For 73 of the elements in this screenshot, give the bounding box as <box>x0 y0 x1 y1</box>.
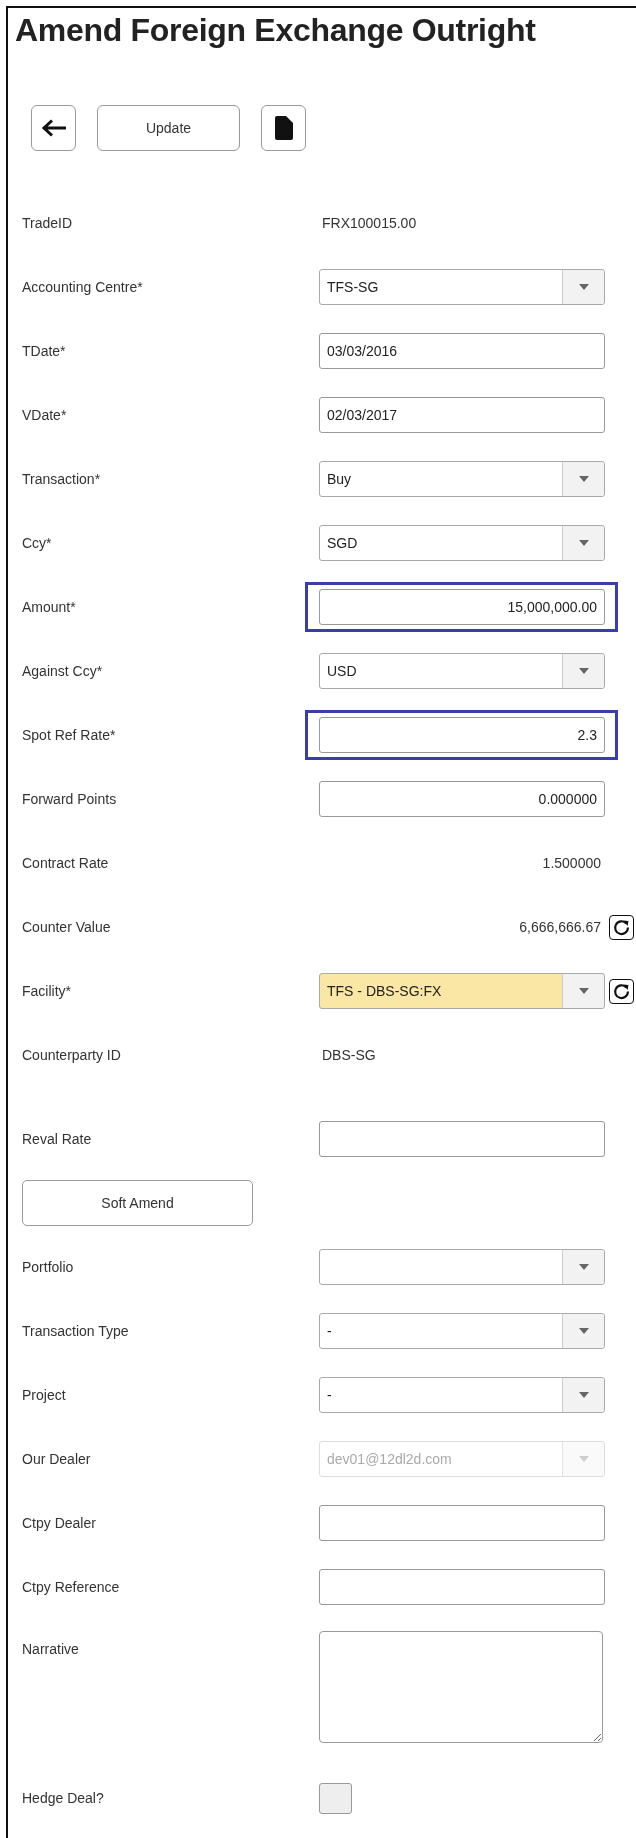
dropdown-arrow-button[interactable] <box>562 462 604 496</box>
field-label: Our Dealer <box>22 1451 92 1467</box>
back-button[interactable] <box>31 105 76 151</box>
caret-icon <box>578 284 589 290</box>
narrative-field[interactable] <box>319 1631 603 1743</box>
field-label: Portfolio <box>22 1259 75 1275</box>
document-button[interactable] <box>261 105 306 151</box>
field-label: Transaction* <box>22 471 102 487</box>
caret-icon <box>578 1264 589 1270</box>
dropdown-field[interactable] <box>319 1249 605 1285</box>
field-label: Ctpy Reference <box>22 1579 121 1595</box>
text-field[interactable]: 03/03/2016 <box>319 333 605 369</box>
caret-icon <box>578 476 589 482</box>
dropdown-arrow-button[interactable] <box>562 974 604 1008</box>
text-field[interactable] <box>319 1121 605 1157</box>
soft-amend-button[interactable]: Soft Amend <box>22 1180 253 1226</box>
field-label: Amount* <box>22 599 77 615</box>
text-field[interactable] <box>319 1569 605 1605</box>
text-field[interactable]: 02/03/2017 <box>319 397 605 433</box>
field-value: 6,666,666.67 <box>518 919 602 935</box>
dropdown-arrow-button[interactable] <box>562 1378 604 1412</box>
caret-icon <box>578 1328 589 1334</box>
dropdown-arrow-button[interactable] <box>562 270 604 304</box>
page-title: Amend Foreign Exchange Outright <box>15 11 537 50</box>
field-label: Spot Ref Rate* <box>22 727 117 743</box>
field-label: Ctpy Dealer <box>22 1515 97 1531</box>
dropdown-arrow-button[interactable] <box>562 1314 604 1348</box>
text-field[interactable] <box>319 1505 605 1541</box>
left-arrow-icon <box>40 119 67 137</box>
field-label: Ccy* <box>22 535 53 551</box>
field-label: Transaction Type <box>22 1323 130 1339</box>
field-label: VDate* <box>22 407 68 423</box>
refresh-icon <box>613 982 630 1000</box>
field-label: Facility* <box>22 983 72 999</box>
field-label: TradeID <box>22 215 74 231</box>
caret-icon <box>578 988 589 994</box>
dropdown-field[interactable]: USD <box>319 653 605 689</box>
dropdown-field[interactable]: - <box>319 1377 605 1413</box>
caret-icon <box>578 668 589 674</box>
text-field[interactable]: 15,000,000.00 <box>319 589 605 625</box>
dropdown-field[interactable]: SGD <box>319 525 605 561</box>
dropdown-arrow-button[interactable] <box>562 654 604 688</box>
text-field[interactable]: 2.3 <box>319 717 605 753</box>
field-label: Project <box>22 1387 67 1403</box>
update-button[interactable]: Update <box>97 105 240 151</box>
caret-icon <box>578 540 589 546</box>
field-value: 1.500000 <box>541 855 602 871</box>
dropdown-arrow-button[interactable] <box>562 526 604 560</box>
dropdown-arrow-button[interactable] <box>562 1250 604 1284</box>
field-label: Counterparty ID <box>22 1047 122 1063</box>
field-label: Narrative <box>22 1640 80 1657</box>
refresh-button[interactable] <box>609 914 634 940</box>
caret-icon <box>578 1456 589 1462</box>
caret-icon <box>578 1392 589 1398</box>
field-label: Counter Value <box>22 919 112 935</box>
field-label: Forward Points <box>22 791 118 807</box>
dropdown-field[interactable]: TFS - DBS-SG:FX <box>319 973 605 1009</box>
field-label: Accounting Centre* <box>22 279 144 295</box>
refresh-button[interactable] <box>609 978 634 1004</box>
checkbox[interactable] <box>319 1782 352 1814</box>
field-value: FRX100015.00 <box>321 215 418 231</box>
field-label: Hedge Deal? <box>22 1790 105 1806</box>
document-icon <box>274 116 293 140</box>
dropdown-field[interactable]: Buy <box>319 461 605 497</box>
field-label: Against Ccy* <box>22 663 104 679</box>
field-label: TDate* <box>22 343 67 359</box>
field-label: Contract Rate <box>22 855 110 871</box>
refresh-icon <box>613 918 630 936</box>
dropdown-field[interactable]: - <box>319 1313 605 1349</box>
field-label: Reval Rate <box>22 1131 93 1147</box>
dropdown-field[interactable]: TFS-SG <box>319 269 605 305</box>
field-value: DBS-SG <box>321 1047 377 1063</box>
text-field[interactable]: 0.000000 <box>319 781 605 817</box>
